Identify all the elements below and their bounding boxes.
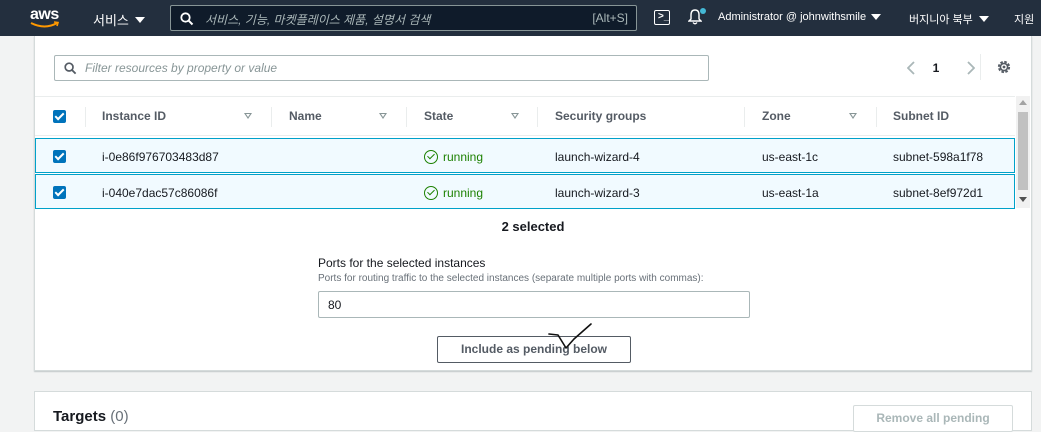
column-header-security-groups[interactable]: Security groups [555,109,646,123]
region-label: 버지니아 북부 [909,14,973,26]
instance-state: running [443,150,484,164]
search-icon [64,62,77,75]
status-ok-icon [424,186,438,200]
account-menu[interactable]: Administrator @ johnwithsmile [718,11,882,23]
table-row[interactable]: i-0e86f976703483d87 running launch-wizar… [35,138,1015,173]
ports-description: Ports for routing traffic to the selecte… [318,273,704,284]
services-menu[interactable]: 서비스 [93,10,145,29]
global-search[interactable]: 서비스, 기능, 마켓플레이스 제품, 설명서 검색 [Alt+S] [170,5,637,31]
search-shortcut: [Alt+S] [592,11,628,25]
remove-all-pending-button[interactable]: Remove all pending [853,405,1013,432]
hand-drawn-checkmark-icon [548,323,592,349]
cloudshell-icon[interactable]: >_ [654,10,670,25]
sort-icon[interactable] [849,113,857,119]
divider [980,54,981,80]
instance-state: running [443,186,484,200]
notification-dot [700,8,706,14]
aws-logo[interactable]: aws [30,6,64,30]
services-label: 서비스 [93,13,129,28]
targets-title-text: Targets [53,408,107,425]
sort-icon[interactable] [511,113,519,119]
scroll-up-icon[interactable] [1019,100,1027,105]
gear-icon[interactable] [996,59,1012,75]
column-divider [876,107,877,127]
top-nav: aws 서비스 서비스, 기능, 마켓플레이스 제품, 설명서 검색 [Alt+… [0,0,1041,36]
caret-down-icon [978,16,989,22]
security-group: launch-wizard-4 [555,150,640,164]
chevron-right-icon[interactable] [961,58,981,78]
targets-count: (0) [110,408,129,425]
security-group: launch-wizard-3 [555,186,640,200]
include-as-pending-button[interactable]: Include as pending below [437,336,631,363]
search-placeholder: 서비스, 기능, 마켓플레이스 제품, 설명서 검색 [205,13,431,27]
column-header-zone[interactable]: Zone [762,109,791,123]
column-divider [271,107,272,127]
targets-panel: Targets (0) Remove all pending [34,391,1032,432]
row-checkbox[interactable] [53,150,66,163]
region-menu[interactable]: 버지니아 북부 [909,11,989,27]
scroll-thumb[interactable] [1018,112,1028,190]
aws-smile-icon [30,21,60,28]
chevron-left-icon[interactable] [901,58,921,78]
sort-icon[interactable] [244,113,252,119]
filter-box[interactable] [54,55,709,81]
column-divider [537,107,538,127]
instance-id[interactable]: i-040e7dac57c86086f [102,186,217,200]
support-menu[interactable]: 지원 [1014,11,1034,27]
account-label: Administrator @ johnwithsmile [718,11,867,23]
table-scrollbar[interactable] [1016,96,1030,208]
ports-label: Ports for the selected instances [318,256,486,270]
page-number[interactable]: 1 [932,61,940,75]
table-header: Instance ID Name State Security groups Z… [35,96,1015,136]
select-all-checkbox[interactable] [53,110,66,123]
row-checkbox[interactable] [53,186,66,199]
targets-title: Targets (0) [53,408,129,425]
column-divider [85,107,86,127]
subnet-id: subnet-8ef972d1 [893,186,984,200]
column-header-subnet-id[interactable]: Subnet ID [893,109,949,123]
column-divider [406,107,407,127]
selection-summary: 2 selected [501,219,565,234]
ports-input[interactable] [318,291,750,318]
column-header-state[interactable]: State [424,109,453,123]
instance-selection-panel: 1 Instance ID Name State Security groups… [34,36,1032,371]
caret-down-icon [134,16,145,23]
caret-down-icon [871,14,882,20]
zone: us-east-1c [762,150,819,164]
column-divider [744,107,745,127]
column-header-name[interactable]: Name [289,109,322,123]
sort-icon[interactable] [379,113,387,119]
pagination: 1 [901,58,981,78]
column-header-instance-id[interactable]: Instance ID [102,109,166,123]
subnet-id: subnet-598a1f78 [893,150,984,164]
status-ok-icon [424,150,438,164]
instance-id[interactable]: i-0e86f976703483d87 [102,150,219,164]
zone: us-east-1a [762,186,819,200]
search-icon [180,12,194,26]
table-row[interactable]: i-040e7dac57c86086f running launch-wizar… [35,174,1015,209]
scroll-down-icon[interactable] [1019,197,1027,202]
filter-input[interactable] [85,59,685,77]
